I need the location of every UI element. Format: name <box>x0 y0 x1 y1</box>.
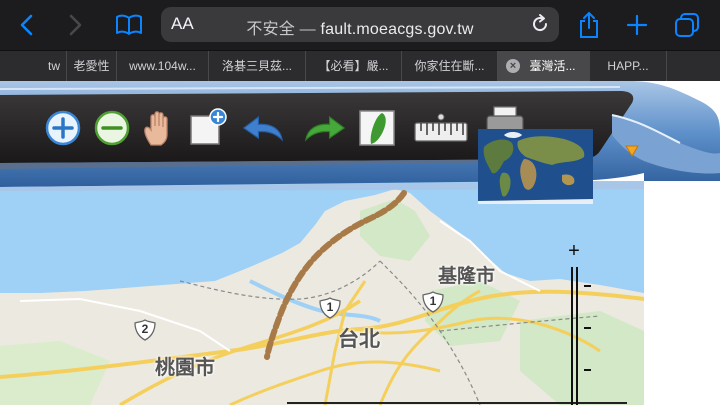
tab-label: tw <box>48 59 60 73</box>
tabs-overview-button[interactable] <box>672 10 702 40</box>
bookmarks-button[interactable] <box>114 10 144 40</box>
map-label-taipei: 台北 <box>338 327 380 351</box>
tab-7[interactable]: HAPP... <box>589 51 666 81</box>
tab-1[interactable]: 老愛性 <box>66 51 116 81</box>
tab-label: 【必看】嚴... <box>318 59 389 73</box>
forward-button[interactable] <box>60 10 90 40</box>
highway-shield-icon: 1 <box>319 297 341 319</box>
close-tab-icon[interactable]: × <box>506 59 520 73</box>
taiwan-map-icon <box>359 110 395 146</box>
map-label-keelung: 基隆市 <box>438 265 496 287</box>
tab-label: 你家住在斷... <box>414 59 485 73</box>
hand-icon <box>144 111 168 146</box>
map-base <box>0 181 644 405</box>
tab-2[interactable]: www.104w... <box>116 51 208 81</box>
pan-tool-button[interactable] <box>138 107 180 149</box>
tab-6-active[interactable]: × 臺灣活... <box>497 51 589 81</box>
full-extent-button[interactable] <box>356 107 398 149</box>
tab-overflow[interactable] <box>666 51 720 81</box>
map-label-taoyuan: 桃園市 <box>155 355 215 379</box>
zoom-out-icon <box>94 110 130 146</box>
zoom-track <box>571 267 573 405</box>
measure-tool-button[interactable] <box>412 107 470 149</box>
world-map-thumbnail <box>478 129 593 204</box>
tab-0[interactable]: tw <box>0 51 66 81</box>
tab-label: 洛碁三貝茲... <box>221 59 292 73</box>
browser-toolbar: AA 不安全 — fault.moeacgs.gov.tw <box>0 0 720 50</box>
previous-extent-button[interactable] <box>242 107 284 149</box>
zoom-tick <box>584 327 591 329</box>
highway-shield-icon: 1 <box>422 291 444 313</box>
url-domain: fault.moeacgs.gov.tw <box>320 21 474 38</box>
highway-number: 1 <box>429 294 437 308</box>
zoom-slider[interactable]: + <box>562 241 592 405</box>
chevron-right-icon <box>69 14 82 36</box>
tab-label: 臺灣活... <box>529 59 576 73</box>
tab-4[interactable]: 【必看】嚴... <box>305 51 401 81</box>
zoom-tick <box>584 369 591 371</box>
share-icon <box>580 11 598 38</box>
book-icon <box>116 14 142 35</box>
arrow-back-icon <box>242 115 284 142</box>
url-text: 不安全 — fault.moeacgs.gov.tw <box>161 15 559 39</box>
plus-icon <box>626 14 648 36</box>
security-warning: 不安全 — <box>246 21 316 38</box>
highway-shield-icon: 2 <box>134 319 156 341</box>
zoom-box-tool-button[interactable] <box>186 107 228 149</box>
zoom-box-icon <box>190 108 227 145</box>
map-view[interactable]: 基隆市 台北 桃園市 1 1 2 <box>0 181 644 405</box>
zoom-out-tool-button[interactable] <box>91 107 133 149</box>
reload-button[interactable] <box>529 13 551 35</box>
highway-number: 2 <box>141 322 149 336</box>
arrow-forward-icon <box>304 115 346 142</box>
back-button[interactable] <box>12 10 42 40</box>
address-bar[interactable]: AA 不安全 — fault.moeacgs.gov.tw <box>161 7 559 42</box>
ruler-icon <box>414 113 468 142</box>
tab-3[interactable]: 洛碁三貝茲... <box>208 51 305 81</box>
tabs-icon <box>675 13 699 37</box>
chevron-left-icon <box>20 14 33 36</box>
zoom-in-control[interactable]: + <box>564 241 584 261</box>
overview-map[interactable] <box>478 129 593 204</box>
share-button[interactable] <box>574 10 604 40</box>
zoom-tick <box>584 285 591 287</box>
zoom-in-icon <box>45 110 81 146</box>
zoom-track <box>576 267 578 405</box>
tab-5[interactable]: 你家住在斷... <box>401 51 497 81</box>
reload-icon <box>533 14 548 32</box>
zoom-in-tool-button[interactable] <box>42 107 84 149</box>
next-extent-button[interactable] <box>304 107 346 149</box>
tab-bar: tw 老愛性 www.104w... 洛碁三貝茲... 【必看】嚴... 你家住… <box>0 50 720 81</box>
web-page: 基隆市 台北 桃園市 1 1 2 + <box>0 81 720 405</box>
new-tab-button[interactable] <box>622 10 652 40</box>
tab-label: 老愛性 <box>73 59 110 73</box>
collapse-toolbar-icon[interactable] <box>624 143 640 159</box>
tab-label: www.104w... <box>129 59 196 73</box>
highway-number: 1 <box>326 300 334 314</box>
tab-label: HAPP... <box>607 59 649 73</box>
